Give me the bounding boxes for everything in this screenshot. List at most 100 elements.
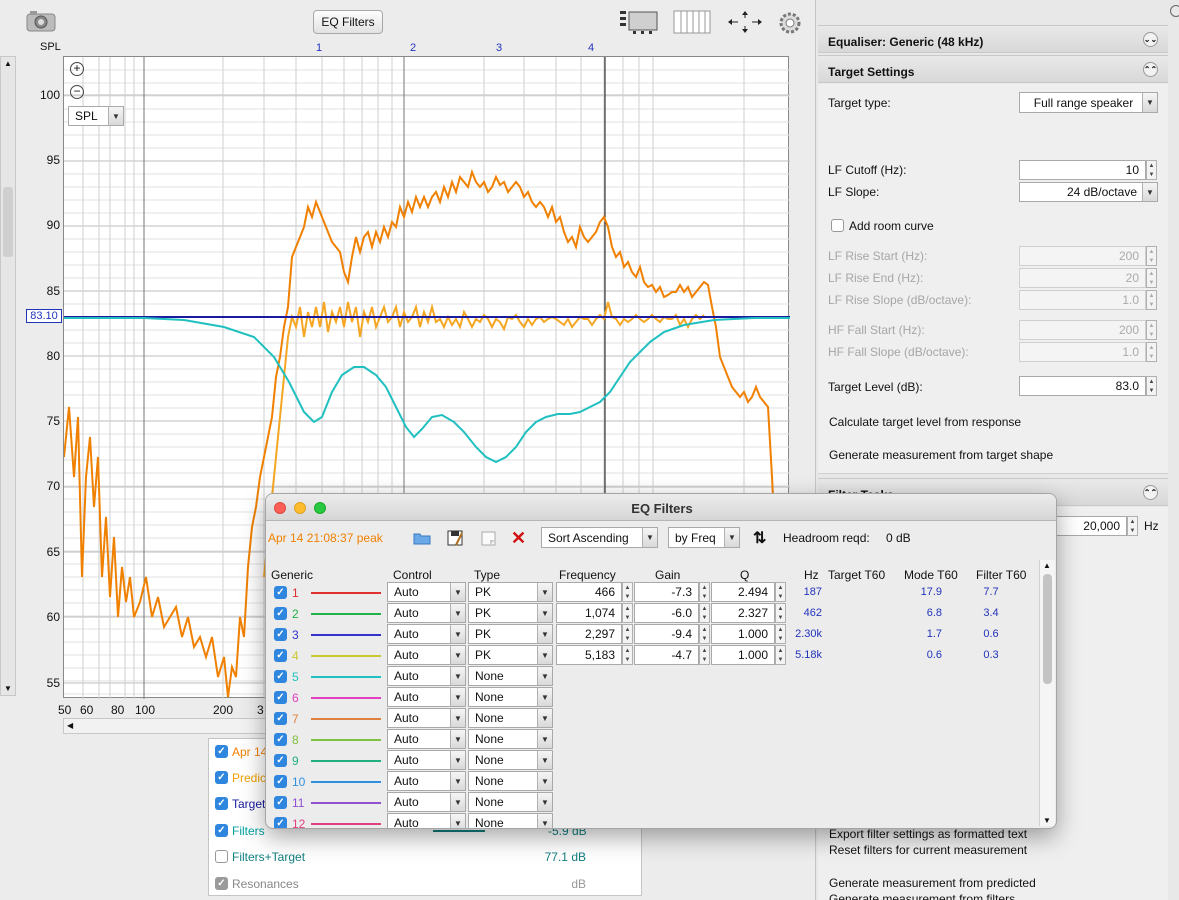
filter-q-stepper[interactable]: ▲ ▼ <box>775 603 786 623</box>
lf-rise-end-stepper[interactable]: ▲ ▼ <box>1146 268 1157 288</box>
filter-enabled-checkbox[interactable]: ✓ <box>274 817 287 828</box>
folder-icon[interactable] <box>413 531 431 545</box>
target-type-dropdown[interactable]: Full range speaker ▼ <box>1019 92 1158 113</box>
filter-type-dropdown[interactable]: None ▼ <box>468 729 553 749</box>
generate-from-predicted-link[interactable]: Generate measurement from predicted <box>829 876 1036 890</box>
layout-icon[interactable] <box>619 9 659 35</box>
filter-control-dropdown[interactable]: Auto ▼ <box>387 582 466 602</box>
filter-type-dropdown[interactable]: None ▼ <box>468 750 553 770</box>
filter-control-dropdown[interactable]: Auto ▼ <box>387 603 466 623</box>
filter-control-dropdown[interactable]: Auto ▼ <box>387 729 466 749</box>
filter-enabled-checkbox[interactable]: ✓ <box>274 628 287 641</box>
filter-enabled-checkbox[interactable]: ✓ <box>274 754 287 767</box>
expand-icon[interactable]: ⌄⌄ <box>1143 32 1158 47</box>
legend-label-filters[interactable]: Filters <box>232 824 265 838</box>
filter-control-dropdown[interactable]: Auto ▼ <box>387 687 466 707</box>
filter-control-dropdown[interactable]: Auto ▼ <box>387 624 466 644</box>
filter-enabled-checkbox[interactable]: ✓ <box>274 670 287 683</box>
add-room-curve-label[interactable]: Add room curve <box>849 219 934 233</box>
filter-gain-stepper[interactable]: ▲ ▼ <box>699 624 710 644</box>
filter-q-stepper[interactable]: ▲ ▼ <box>775 645 786 665</box>
lf-slope-dropdown[interactable]: 24 dB/octave ▼ <box>1019 182 1158 202</box>
filter-enabled-checkbox[interactable]: ✓ <box>274 733 287 746</box>
max-frequency-stepper[interactable]: ▲ ▼ <box>1127 516 1138 536</box>
calculate-target-level-link[interactable]: Calculate target level from response <box>829 415 1021 429</box>
generate-from-filters-link[interactable]: Generate measurement from filters <box>829 892 1015 900</box>
columns-icon[interactable] <box>673 10 711 34</box>
lf-rise-end-field[interactable]: 20 <box>1019 268 1146 288</box>
filter-q-field[interactable]: 2.494 <box>711 582 775 602</box>
hf-fall-slope-stepper[interactable]: ▲ ▼ <box>1146 342 1157 362</box>
filter-frequency-stepper[interactable]: ▲ ▼ <box>622 603 633 623</box>
filter-frequency-field[interactable]: 5,183 <box>556 645 622 665</box>
add-room-curve-checkbox[interactable] <box>831 219 844 232</box>
filter-control-dropdown[interactable]: Auto ▼ <box>387 813 466 828</box>
zoom-out-icon[interactable]: − <box>70 85 84 99</box>
sort-order-dropdown[interactable]: Sort Ascending ▼ <box>541 527 658 548</box>
sort-by-dropdown[interactable]: by Freq ▼ <box>668 527 740 548</box>
filter-enabled-checkbox[interactable]: ✓ <box>274 586 287 599</box>
hf-fall-start-field[interactable]: 200 <box>1019 320 1146 340</box>
legend-label-filters-target[interactable]: Filters+Target <box>232 850 305 864</box>
filter-enabled-checkbox[interactable]: ✓ <box>274 649 287 662</box>
filter-gain-stepper[interactable]: ▲ ▼ <box>699 645 710 665</box>
filter-frequency-field[interactable]: 2,297 <box>556 624 622 644</box>
filter-type-dropdown[interactable]: None ▼ <box>468 666 553 686</box>
filter-type-dropdown[interactable]: PK ▼ <box>468 624 553 644</box>
filter-frequency-field[interactable]: 1,074 <box>556 603 622 623</box>
legend-checkbox-filters[interactable]: ✓ <box>215 824 228 837</box>
lf-cutoff-field[interactable]: 10 <box>1019 160 1146 180</box>
lf-cutoff-stepper[interactable]: ▲ ▼ <box>1146 160 1157 180</box>
legend-label-predicted[interactable]: Predic <box>232 771 266 785</box>
lf-rise-slope-stepper[interactable]: ▲ ▼ <box>1146 290 1157 310</box>
target-level-field[interactable]: 83.0 <box>1019 376 1146 396</box>
filter-control-dropdown[interactable]: Auto ▼ <box>387 645 466 665</box>
legend-checkbox-apr14[interactable]: ✓ <box>215 745 228 758</box>
lf-rise-start-stepper[interactable]: ▲ ▼ <box>1146 246 1157 266</box>
filter-control-dropdown[interactable]: Auto ▼ <box>387 750 466 770</box>
filter-type-dropdown[interactable]: None ▼ <box>468 771 553 791</box>
collapse-icon[interactable]: ⌃⌃ <box>1143 485 1158 500</box>
reset-filters-link[interactable]: Reset filters for current measurement <box>829 843 1027 857</box>
gear-icon[interactable] <box>777 10 803 36</box>
filter-gain-field[interactable]: -6.0 <box>634 603 699 623</box>
filter-type-dropdown[interactable]: PK ▼ <box>468 645 553 665</box>
filter-type-dropdown[interactable]: None ▼ <box>468 813 553 828</box>
copy-icon[interactable] <box>479 529 497 547</box>
equaliser-header[interactable]: Equaliser: Generic (48 kHz) ⌄⌄ <box>818 25 1168 53</box>
legend-label-apr14[interactable]: Apr 14 <box>232 745 267 759</box>
filter-type-dropdown[interactable]: PK ▼ <box>468 582 553 602</box>
max-frequency-field[interactable]: 20,000 <box>1056 516 1127 536</box>
filter-frequency-stepper[interactable]: ▲ ▼ <box>622 624 633 644</box>
hf-fall-start-stepper[interactable]: ▲ ▼ <box>1146 320 1157 340</box>
lf-rise-start-field[interactable]: 200 <box>1019 246 1146 266</box>
filter-type-dropdown[interactable]: None ▼ <box>468 792 553 812</box>
filter-type-dropdown[interactable]: PK ▼ <box>468 603 553 623</box>
legend-label-resonances[interactable]: Resonances <box>232 877 299 891</box>
hf-fall-slope-field[interactable]: 1.0 <box>1019 342 1146 362</box>
left-scrollbar[interactable]: ▲ ▼ <box>0 56 16 696</box>
target-settings-header[interactable]: Target Settings ⌃⌃ <box>818 55 1168 83</box>
filter-frequency-stepper[interactable]: ▲ ▼ <box>622 582 633 602</box>
horizontal-scrollbar[interactable]: ◀ <box>63 718 273 734</box>
filter-frequency-field[interactable]: 466 <box>556 582 622 602</box>
filter-q-stepper[interactable]: ▲ ▼ <box>775 582 786 602</box>
lf-rise-slope-field[interactable]: 1.0 <box>1019 290 1146 310</box>
filter-enabled-checkbox[interactable]: ✓ <box>274 691 287 704</box>
collapse-icon[interactable]: ⌃⌃ <box>1143 62 1158 77</box>
legend-label-target[interactable]: Target <box>232 797 265 811</box>
filter-gain-field[interactable]: -4.7 <box>634 645 699 665</box>
legend-checkbox-predicted[interactable]: ✓ <box>215 771 228 784</box>
eq-table-scrollbar[interactable]: ▲ ▼ <box>1039 560 1055 826</box>
filter-enabled-checkbox[interactable]: ✓ <box>274 712 287 725</box>
delete-icon[interactable]: ✕ <box>511 529 527 547</box>
filter-gain-stepper[interactable]: ▲ ▼ <box>699 582 710 602</box>
camera-icon[interactable] <box>26 10 56 32</box>
filter-q-field[interactable]: 1.000 <box>711 624 775 644</box>
filter-control-dropdown[interactable]: Auto ▼ <box>387 771 466 791</box>
filter-enabled-checkbox[interactable]: ✓ <box>274 607 287 620</box>
legend-checkbox-target[interactable]: ✓ <box>215 797 228 810</box>
sort-toggle-icon[interactable]: ⇅ <box>753 528 766 548</box>
filter-q-field[interactable]: 1.000 <box>711 645 775 665</box>
legend-checkbox-resonances[interactable]: ✓ <box>215 877 228 890</box>
